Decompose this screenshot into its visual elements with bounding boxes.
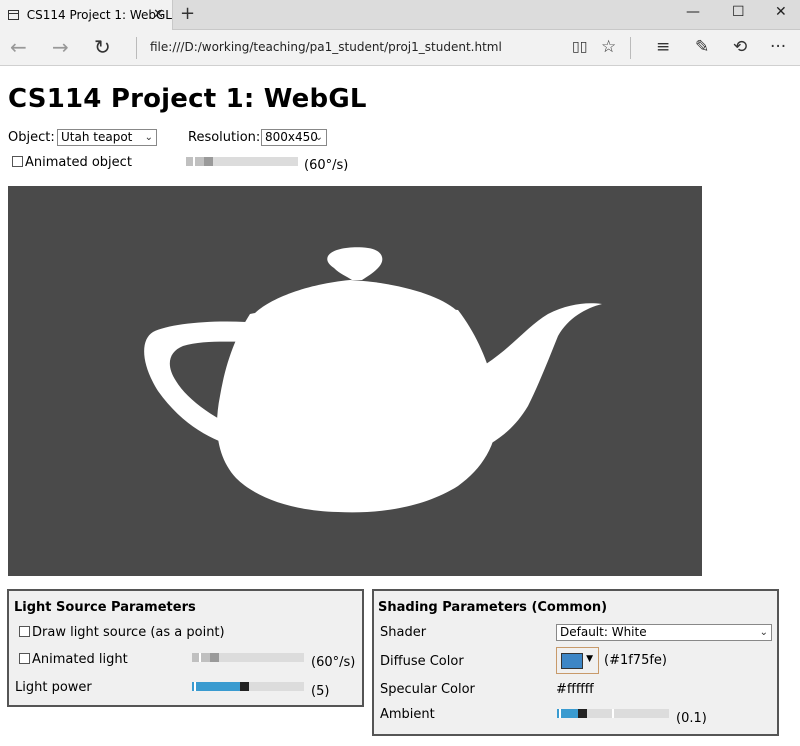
share-icon[interactable]: ⟲ [733,36,747,58]
light-panel-title: Light Source Parameters [14,600,196,615]
tab-close-icon[interactable]: ✕ [153,7,164,22]
web-note-icon[interactable]: ✎ [695,36,709,58]
light-power-value: (5) [311,684,330,699]
shading-panel-title: Shading Parameters (Common) [378,600,608,615]
animated-light-checkbox[interactable] [19,653,30,664]
address-separator [136,37,137,59]
object-select-value: Utah teapot [61,130,133,144]
address-bar[interactable]: file:///D:/working/teaching/pa1_student/… [150,40,502,54]
close-window-button[interactable]: ✕ [775,4,787,20]
new-tab-button[interactable]: + [180,4,195,24]
diffuse-label: Diffuse Color [380,654,464,669]
animated-light-label: Animated light [32,652,128,667]
diffuse-value: (#1f75fe) [604,653,668,668]
light-power-slider[interactable] [192,682,304,691]
specular-label: Specular Color [380,682,475,697]
favorite-star-icon[interactable]: ☆ [601,36,616,58]
light-speed-slider[interactable] [192,653,304,662]
chevron-down-icon: ⌄ [759,627,768,638]
object-speed-slider[interactable] [186,157,298,166]
shader-select[interactable]: Default: White ⌄ [556,624,772,641]
toolbar-separator [630,37,631,59]
slider-tick [199,653,201,662]
ambient-label: Ambient [380,707,435,722]
page-content: CS114 Project 1: WebGL Object: Utah teap… [0,67,800,746]
hub-icon[interactable]: ≡ [656,36,670,58]
maximize-button[interactable]: ☐ [732,4,745,20]
diffuse-color-swatch [561,653,583,669]
teapot-knob [327,247,383,280]
animated-object-label: Animated object [25,155,132,170]
diffuse-color-picker[interactable]: ▼ [556,647,599,674]
draw-light-checkbox[interactable] [19,626,30,637]
page-icon [8,10,19,20]
object-speed-value: (60°/s) [304,158,349,173]
shader-label: Shader [380,625,427,640]
browser-tab[interactable]: CS114 Project 1: WebGL ✕ [0,0,173,30]
shader-select-value: Default: White [560,625,647,639]
slider-thumb[interactable] [578,709,587,718]
draw-light-label: Draw light source (as a point) [32,625,225,640]
ambient-value: (0.1) [676,711,707,726]
slider-fill [192,653,210,662]
browser-navbar: ← → ↻ file:///D:/working/teaching/pa1_st… [0,30,800,66]
more-icon[interactable]: ··· [770,36,786,58]
resolution-label: Resolution: [188,130,261,145]
resolution-select[interactable]: 800x450 ⌄ [261,129,327,146]
animated-light-row[interactable]: Animated light [19,652,128,667]
teapot-render [144,247,602,513]
tab-title: CS114 Project 1: WebGL [26,8,172,22]
light-speed-value: (60°/s) [311,655,356,670]
resolution-select-value: 800x450 [265,130,318,144]
browser-titlebar: CS114 Project 1: WebGL ✕ + — ☐ ✕ [0,0,800,30]
object-label: Object: [8,130,55,145]
webgl-canvas[interactable] [8,186,702,576]
reading-view-icon[interactable]: ▯▯ [572,36,587,58]
light-source-panel: Light Source Parameters Draw light sourc… [7,589,364,707]
slider-thumb[interactable] [240,682,249,691]
animated-object-checkbox[interactable] [12,156,23,167]
slider-tick [194,682,196,691]
object-select[interactable]: Utah teapot ⌄ [57,129,157,146]
slider-fill [186,157,204,166]
shading-panel: Shading Parameters (Common) Shader Defau… [372,589,779,736]
back-button[interactable]: ← [10,36,27,58]
slider-tick [193,157,195,166]
page-title: CS114 Project 1: WebGL [8,84,367,114]
minimize-button[interactable]: — [686,4,700,20]
slider-tick [612,709,614,718]
slider-thumb[interactable] [210,653,219,662]
slider-fill [192,682,240,691]
slider-tick [559,709,561,718]
animated-object-row[interactable]: Animated object [12,155,132,170]
chevron-down-icon: ⌄ [314,132,323,143]
teapot-body [217,305,498,513]
ambient-slider[interactable] [557,709,669,718]
specular-value: #ffffff [556,682,594,697]
forward-button[interactable]: → [52,36,69,58]
refresh-button[interactable]: ↻ [94,36,111,58]
light-power-label: Light power [15,680,92,695]
slider-thumb[interactable] [204,157,213,166]
dropdown-arrow-icon: ▼ [586,654,593,664]
draw-light-row[interactable]: Draw light source (as a point) [19,625,225,640]
chevron-down-icon: ⌄ [144,132,153,143]
